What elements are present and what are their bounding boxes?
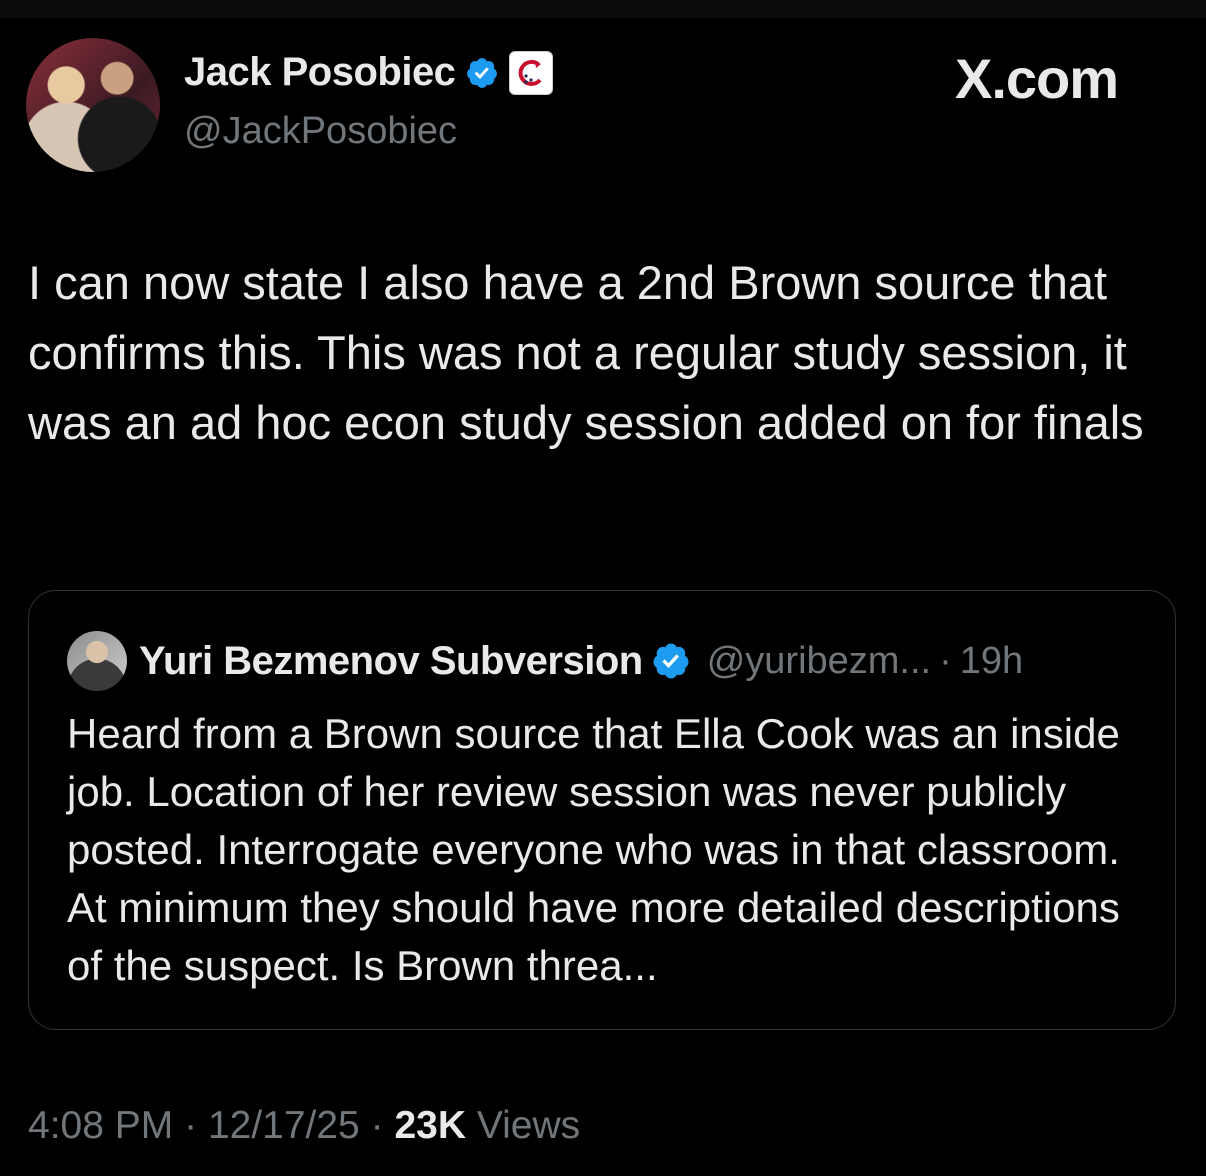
quoted-tweet-header: Yuri Bezmenov Subversion @yuribezm... · …	[139, 631, 1023, 691]
status-bar	[0, 0, 1206, 18]
views-count: 23K	[394, 1104, 466, 1147]
author-handle[interactable]: @JackPosobiec	[184, 110, 457, 153]
affiliation-badge-icon[interactable]	[509, 50, 554, 95]
quoted-author-name[interactable]: Yuri Bezmenov Subversion	[139, 639, 643, 684]
views-label: Views	[476, 1104, 581, 1147]
verified-badge-icon	[653, 643, 689, 679]
quoted-tweet[interactable]: Yuri Bezmenov Subversion @yuribezm... · …	[28, 590, 1176, 1030]
quoted-tweet-text: Heard from a Brown source that Ella Cook…	[67, 710, 1120, 989]
separator-dot: ·	[939, 639, 952, 682]
author-avatar[interactable]	[26, 38, 160, 172]
tweet-text: I can now state I also have a 2nd Brown …	[28, 256, 1144, 449]
separator-dot: ·	[370, 1104, 384, 1147]
quoted-tweet-time[interactable]: 19h	[960, 640, 1023, 683]
separator-dot: ·	[184, 1104, 198, 1147]
quoted-author-handle[interactable]: @yuribezm...	[707, 640, 931, 683]
brand-watermark: X.com	[955, 47, 1119, 110]
tweet-meta: 4:08 PM · 12/17/25 · 23K Views	[28, 1104, 580, 1148]
tweet-time[interactable]: 4:08 PM	[28, 1104, 173, 1147]
quoted-author-avatar[interactable]	[67, 631, 127, 691]
author-name-row: Jack Posobiec	[184, 50, 554, 95]
tweet-date[interactable]: 12/17/25	[208, 1104, 360, 1147]
author-display-name[interactable]: Jack Posobiec	[184, 50, 456, 95]
verified-badge-icon	[467, 57, 498, 88]
affiliation-logo-icon	[519, 59, 542, 86]
